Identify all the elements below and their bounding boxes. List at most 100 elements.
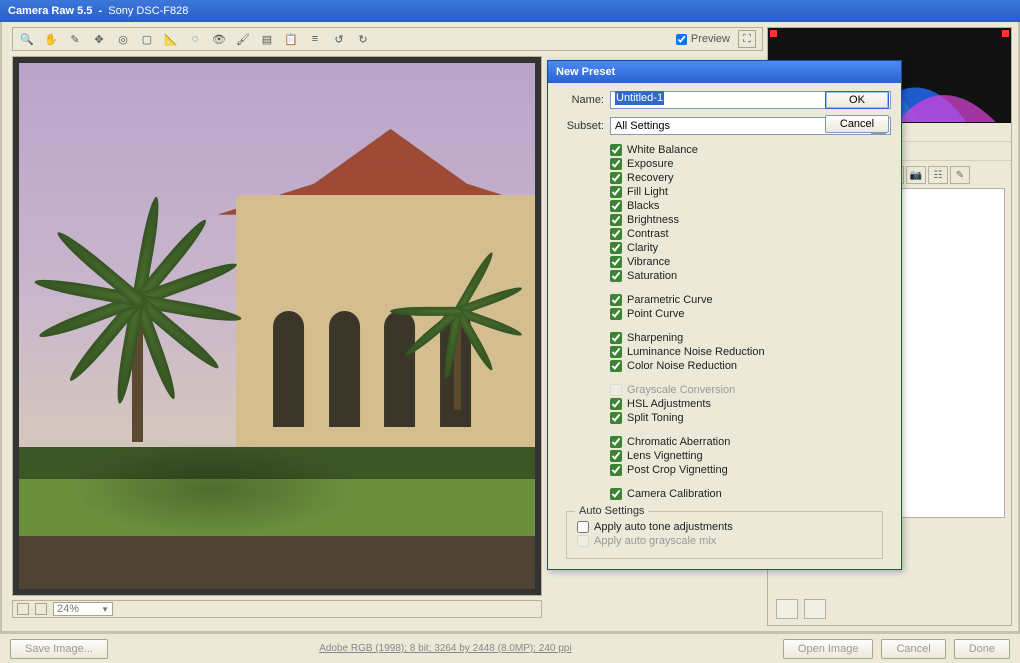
presets-tab-icon[interactable]: ☷ [928, 166, 948, 184]
auto-grayscale-checkbox [577, 535, 589, 547]
main-toolbar: 🔍 ✋ ✎ ✥ ◎ ▢ 📐 ◌ 👁 🖌 ▤ 📋 ≡ ↺ ↻ Preview ⛶ [12, 27, 763, 51]
setting-checkbox[interactable] [610, 228, 622, 240]
zoom-tool-icon[interactable]: 🔍 [19, 31, 35, 47]
setting-label: Exposure [627, 158, 673, 170]
setting-checkbox-row: Point Curve [610, 307, 806, 321]
setting-label: Vibrance [627, 256, 670, 268]
delete-preset-button[interactable] [804, 599, 826, 619]
done-button[interactable]: Done [954, 639, 1010, 659]
setting-checkbox[interactable] [610, 270, 622, 282]
setting-label: Split Toning [627, 412, 684, 424]
setting-checkbox-row: Brightness [610, 213, 806, 227]
crop-tool-icon[interactable]: ▢ [139, 31, 155, 47]
setting-checkbox-row: Blacks [610, 199, 806, 213]
setting-checkbox[interactable] [610, 144, 622, 156]
image-viewport[interactable] [19, 63, 535, 589]
color-sampler-tool-icon[interactable]: ✥ [91, 31, 107, 47]
save-image-button[interactable]: Save Image... [10, 639, 108, 659]
setting-checkbox[interactable] [610, 346, 622, 358]
setting-checkbox[interactable] [610, 186, 622, 198]
open-image-button[interactable]: Open Image [783, 639, 874, 659]
new-preset-dialog: New Preset OK Cancel Name: Untitled-1 Su… [547, 60, 902, 570]
setting-checkbox[interactable] [610, 436, 622, 448]
snapshot-tab-icon[interactable]: ✎ [950, 166, 970, 184]
setting-label: Post Crop Vignetting [627, 464, 728, 476]
setting-checkbox[interactable] [610, 450, 622, 462]
camera-tab-icon[interactable]: 📷 [906, 166, 926, 184]
setting-checkbox-row: Vibrance [610, 255, 806, 269]
camera-model: Sony DSC-F828 [108, 5, 188, 17]
targeted-adjust-tool-icon[interactable]: ◎ [115, 31, 131, 47]
setting-label: Fill Light [627, 186, 668, 198]
new-preset-button[interactable] [776, 599, 798, 619]
hand-tool-icon[interactable]: ✋ [43, 31, 59, 47]
auto-tone-checkbox-row: Apply auto tone adjustments [577, 520, 872, 534]
rotate-cw-icon[interactable]: ↻ [355, 31, 371, 47]
setting-label: Blacks [627, 200, 659, 212]
adjustment-brush-tool-icon[interactable]: 🖌 [235, 31, 251, 47]
setting-checkbox[interactable] [610, 214, 622, 226]
setting-checkbox[interactable] [610, 158, 622, 170]
auto-settings-group: Auto Settings Apply auto tone adjustment… [566, 511, 883, 559]
zoom-bar: 24% ▼ [12, 600, 542, 618]
setting-checkbox[interactable] [610, 412, 622, 424]
zoom-value: 24% [57, 603, 79, 615]
red-eye-tool-icon[interactable]: 👁 [211, 31, 227, 47]
list-icon[interactable]: ≡ [307, 31, 323, 47]
setting-checkbox[interactable] [610, 172, 622, 184]
setting-checkbox-row: Parametric Curve [610, 293, 806, 307]
cancel-button[interactable]: Cancel [881, 639, 945, 659]
photo-preview [19, 63, 535, 589]
setting-checkbox[interactable] [610, 332, 622, 344]
preview-checkbox[interactable] [676, 34, 687, 45]
setting-label: Chromatic Aberration [627, 436, 730, 448]
zoom-in-button[interactable] [35, 603, 47, 615]
dialog-cancel-button[interactable]: Cancel [825, 115, 889, 133]
setting-checkbox-row: Color Noise Reduction [610, 359, 806, 373]
setting-checkbox[interactable] [610, 488, 622, 500]
setting-label: Brightness [627, 214, 679, 226]
setting-checkbox-row: Camera Calibration [610, 487, 806, 501]
subset-label: Subset: [558, 120, 604, 132]
name-label: Name: [558, 94, 604, 106]
subset-value: All Settings [615, 120, 670, 132]
auto-tone-checkbox[interactable] [577, 521, 589, 533]
white-balance-tool-icon[interactable]: ✎ [67, 31, 83, 47]
setting-checkbox[interactable] [610, 294, 622, 306]
setting-checkbox[interactable] [610, 242, 622, 254]
setting-checkbox-row: Fill Light [610, 185, 806, 199]
fullscreen-icon[interactable]: ⛶ [738, 30, 756, 48]
straighten-tool-icon[interactable]: 📐 [163, 31, 179, 47]
spot-removal-tool-icon[interactable]: ◌ [187, 31, 203, 47]
auto-grayscale-label: Apply auto grayscale mix [594, 535, 716, 547]
setting-checkbox-row: Split Toning [610, 411, 806, 425]
setting-checkbox [610, 384, 622, 396]
setting-checkbox[interactable] [610, 360, 622, 372]
setting-label: Point Curve [627, 308, 684, 320]
zoom-dropdown[interactable]: 24% ▼ [53, 602, 113, 616]
workflow-options-link[interactable]: Adobe RGB (1998); 8 bit; 3264 by 2448 (8… [108, 643, 783, 654]
setting-checkbox-row: Saturation [610, 269, 806, 283]
setting-checkbox-row: Contrast [610, 227, 806, 241]
ok-button[interactable]: OK [825, 91, 889, 109]
setting-checkbox-row: HSL Adjustments [610, 397, 806, 411]
setting-checkbox[interactable] [610, 464, 622, 476]
zoom-out-button[interactable] [17, 603, 29, 615]
setting-label: Parametric Curve [627, 294, 713, 306]
setting-label: Color Noise Reduction [627, 360, 737, 372]
rotate-ccw-icon[interactable]: ↺ [331, 31, 347, 47]
setting-label: Recovery [627, 172, 673, 184]
auto-settings-legend: Auto Settings [575, 505, 648, 517]
dialog-titlebar[interactable]: New Preset [548, 61, 901, 83]
graduated-filter-tool-icon[interactable]: ▤ [259, 31, 275, 47]
prefs-icon[interactable]: 📋 [283, 31, 299, 47]
setting-checkbox-row: Post Crop Vignetting [610, 463, 806, 477]
setting-checkbox[interactable] [610, 398, 622, 410]
setting-checkbox-row: Grayscale Conversion [610, 383, 806, 397]
setting-checkbox-row: Sharpening [610, 331, 806, 345]
setting-checkbox-row: Luminance Noise Reduction [610, 345, 806, 359]
setting-checkbox-row: Clarity [610, 241, 806, 255]
setting-checkbox[interactable] [610, 256, 622, 268]
setting-checkbox[interactable] [610, 308, 622, 320]
setting-checkbox[interactable] [610, 200, 622, 212]
